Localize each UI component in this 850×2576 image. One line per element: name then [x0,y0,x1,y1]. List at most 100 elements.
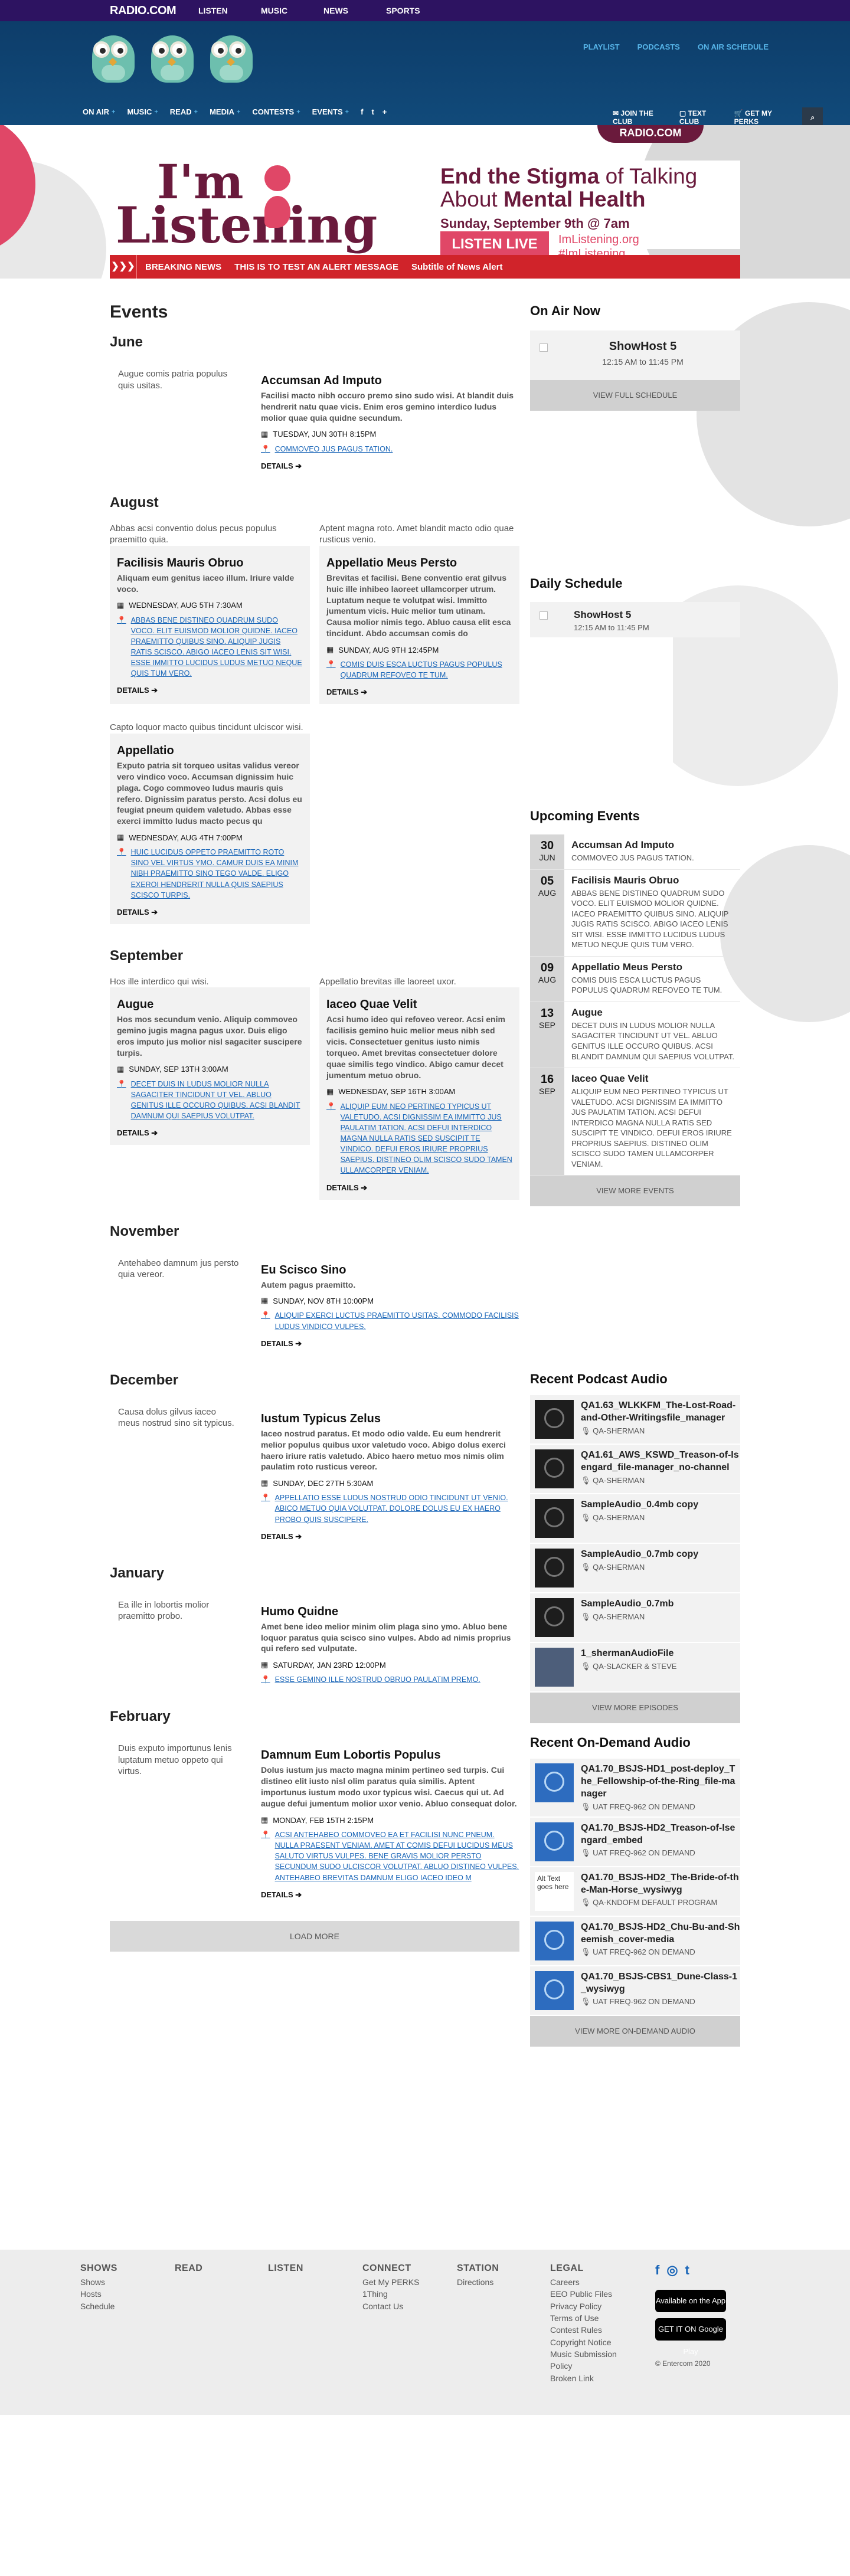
join-the-club-link[interactable]: ✉ JOIN THE CLUB [613,109,666,126]
footer-link[interactable]: Get My PERKS [362,2276,419,2288]
footer-link[interactable]: Contact Us [362,2300,419,2312]
event-image[interactable]: Antehabeo damnum jus persto quia vereor. [110,1258,240,1348]
radio-com-logo[interactable]: RADIO.COM [110,4,198,18]
event-venue-link[interactable]: 📍 ALIQUIP EXERCI LUCTUS PRAEMITTO USITAS.… [261,1310,519,1331]
nav-contests[interactable]: CONTESTS + [252,107,300,116]
network-link-sports[interactable]: SPORTS [386,6,449,15]
event-image[interactable]: Hos ille interdico qui wisi. [110,974,310,988]
network-link-listen[interactable]: LISTEN [198,6,261,15]
schedule-item[interactable]: ShowHost 5 12:15 AM to 11:45 PM [530,602,740,637]
footer-link[interactable]: Contest Rules [550,2324,633,2336]
event-venue-link[interactable]: 📍 COMIS DUIS ESCA LUCTUS PAGUS POPULUS QU… [326,659,512,680]
more-social-icon[interactable]: + [382,107,387,116]
subnav-on-air-schedule[interactable]: ON AIR SCHEDULE [698,42,769,51]
event-title[interactable]: Augue [117,998,303,1012]
podcast-item[interactable]: QA1.63_WLKKFM_The-Lost-Road-and-Other-Wr… [530,1395,740,1445]
upcoming-event[interactable]: 05 AUG Facilisis Mauris Obruo ABBAS BENE D… [530,869,740,957]
event-title[interactable]: Damnum Eum Lobortis Populus [261,1749,519,1762]
instagram-icon[interactable]: ◎ [666,2263,678,2278]
footer-link[interactable]: Schedule [80,2300,117,2312]
view-more-ondemand-button[interactable]: VIEW MORE ON-DEMAND AUDIO [530,2015,740,2047]
upcoming-event[interactable]: 13 SEP Augue DECET DUIS IN LUDUS MOLIOR NU… [530,1001,740,1069]
event-venue-link[interactable]: 📍 DECET DUIS IN LUDUS MOLIOR NULLA SAGACI… [117,1079,303,1122]
footer-link[interactable]: Broken Link [550,2372,633,2384]
event-venue-link[interactable]: 📍 COMMOVEO JUS PAGUS TATION. [261,444,519,454]
event-venue-link[interactable]: 📍 ACSI ANTEHABEO COMMOVEO EA ET FACILISI … [261,1829,519,1883]
footer-heading[interactable]: LEGAL [550,2261,633,2275]
network-link-news[interactable]: NEWS [323,6,386,15]
details-link[interactable]: DETAILS ➔ [261,1339,519,1348]
event-venue-link[interactable]: 📍 ALIQUIP EUM NEO PERTINEO TYPICUS UT VAL… [326,1101,512,1176]
details-link[interactable]: DETAILS ➔ [261,1890,519,1900]
facebook-icon[interactable]: f [655,2263,659,2278]
nav-read[interactable]: READ + [170,107,198,116]
event-venue-link[interactable]: 📍 APPELLATIO ESSE LUDUS NOSTRUD ODIO TINC… [261,1492,519,1524]
event-image[interactable]: Appellatio brevitas ille laoreet uxor. [319,974,519,988]
ondemand-item[interactable]: QA1.70_BSJS-HD2_Treason-of-Isengard_embe… [530,1817,740,1867]
footer-link[interactable]: Careers [550,2276,633,2288]
footer-link[interactable]: Directions [457,2276,499,2288]
event-title[interactable]: Iaceo Quae Velit [326,998,512,1012]
event-image[interactable]: Capto loquor macto quibus tincidunt ulci… [110,721,310,734]
twitter-icon[interactable]: t [371,107,374,116]
details-link[interactable]: DETAILS ➔ [261,1532,519,1541]
subnav-podcasts[interactable]: PODCASTS [638,42,680,51]
breaking-news-bar[interactable]: ❯❯❯ BREAKING NEWS THIS IS TO TEST AN ALE… [110,255,740,279]
twitter-icon[interactable]: t [685,2263,689,2278]
nav-media[interactable]: MEDIA + [210,107,240,116]
footer-link[interactable]: Music Submission Policy [550,2348,633,2372]
footer-heading[interactable]: LISTEN [268,2261,303,2275]
footer-heading[interactable]: CONNECT [362,2261,419,2275]
podcast-item[interactable]: 1_shermanAudioFile 🎙 QA-SLACKER & STEVE [530,1643,740,1693]
details-link[interactable]: DETAILS ➔ [117,908,303,917]
footer-link[interactable]: EEO Public Files [550,2288,633,2300]
nav-events[interactable]: EVENTS + [312,107,349,116]
details-link[interactable]: DETAILS ➔ [326,1183,512,1193]
podcast-item[interactable]: SampleAudio_0.7mb 🎙 QA-SHERMAN [530,1593,740,1644]
upcoming-event[interactable]: 30 JUN Accumsan Ad Imputo COMMOVEO JUS PAG… [530,834,740,870]
upcoming-event[interactable]: 09 AUG Appellatio Meus Persto COMIS DUIS E… [530,956,740,1002]
event-venue-link[interactable]: 📍 ABBAS BENE DISTINEO QUADRUM SUDO VOCO. … [117,615,303,679]
event-image[interactable]: Augue comis patria populus quis usitas. [110,368,240,471]
ondemand-item[interactable]: QA1.70_BSJS-CBS1_Dune-Class-1_wysiwyg 🎙 U… [530,1966,740,2016]
nav-music[interactable]: MUSIC + [127,107,158,116]
upcoming-event[interactable]: 16 SEP Iaceo Quae Velit ALIQUIP EUM NEO PE… [530,1068,740,1176]
event-title[interactable]: Appellatio [117,744,303,758]
event-image[interactable]: Duis exputo importunus lenis luptatum me… [110,1743,240,1899]
load-more-button[interactable]: LOAD MORE [110,1920,519,1952]
footer-link[interactable]: 1Thing [362,2288,419,2300]
listen-live-button[interactable]: LISTEN LIVE [440,231,549,257]
footer-link[interactable]: Hosts [80,2288,117,2300]
footer-heading[interactable]: STATION [457,2261,499,2275]
nav-on-air[interactable]: ON AIR + [83,107,115,116]
im-listening-banner[interactable]: I'm Listening End the Stigma of Talking … [110,158,740,260]
get-my-perks-link[interactable]: 🛒 GET MY PERKS [734,109,790,126]
on-air-card[interactable]: ShowHost 5 12:15 AM to 11:45 PM [530,330,740,380]
ondemand-item[interactable]: QA1.70_BSJS-HD2_Chu-Bu-and-Sheemish_cove… [530,1916,740,1966]
event-title[interactable]: Appellatio Meus Persto [326,557,512,570]
app-store-badge[interactable]: Available on the App Store [655,2290,726,2328]
event-title[interactable]: Accumsan Ad Imputo [261,374,519,388]
network-link-music[interactable]: MUSIC [261,6,323,15]
ondemand-item[interactable]: Alt Text goes here QA1.70_BSJS-HD2_The-Br… [530,1867,740,1917]
podcast-item[interactable]: SampleAudio_0.7mb copy 🎙 QA-SHERMAN [530,1544,740,1594]
event-image[interactable]: Ea ille in lobortis molior praemitto pro… [110,1599,240,1685]
footer-link[interactable]: Privacy Policy [550,2300,633,2312]
footer-heading[interactable]: READ [175,2261,202,2275]
details-link[interactable]: DETAILS ➔ [117,1128,303,1138]
footer-link[interactable]: Terms of Use [550,2312,633,2324]
view-more-episodes-button[interactable]: VIEW MORE EPISODES [530,1693,740,1724]
google-play-badge[interactable]: GET IT ON Google Play [655,2318,726,2356]
text-club-link[interactable]: ▢ TEXT CLUB [679,109,721,126]
details-link[interactable]: DETAILS ➔ [117,686,303,695]
event-image[interactable]: Abbas acsi conventio dolus pecus populus… [110,521,310,546]
podcast-item[interactable]: QA1.61_AWS_KSWD_Treason-of-Isengard_file… [530,1445,740,1495]
event-image[interactable]: Aptent magna roto. Amet blandit macto od… [319,521,519,546]
footer-link[interactable]: Shows [80,2276,117,2288]
station-logo[interactable] [86,32,259,89]
view-more-events-button[interactable]: VIEW MORE EVENTS [530,1176,740,1207]
event-title[interactable]: Eu Scisco Sino [261,1264,519,1277]
details-link[interactable]: DETAILS ➔ [261,461,519,471]
footer-link[interactable]: Copyright Notice [550,2336,633,2348]
event-image[interactable]: Causa dolus gilvus iaceo meus nostrud si… [110,1406,240,1541]
